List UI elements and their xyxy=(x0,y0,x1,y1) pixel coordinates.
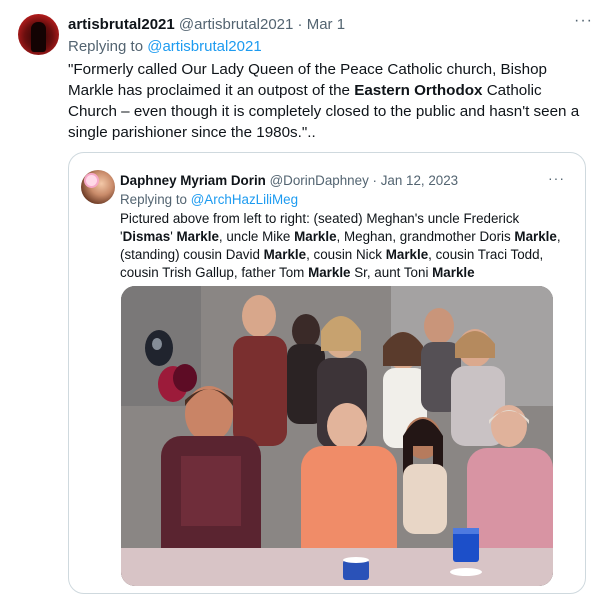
quoted-text-segment: Markle xyxy=(514,229,557,244)
quoted-more-icon[interactable]: ··· xyxy=(548,170,565,186)
quoted-text-segment: Markle xyxy=(176,229,219,244)
author-handle[interactable]: @artisbrutal2021 xyxy=(179,16,293,33)
quoted-separator: · xyxy=(368,173,381,188)
group-photo-illustration xyxy=(121,286,553,586)
tweet-date[interactable]: Mar 1 xyxy=(307,16,345,33)
tweet-text: "Formerly called Our Lady Queen of the P… xyxy=(68,59,588,143)
quoted-author-avatar xyxy=(81,170,115,204)
quoted-text-segment: , uncle Mike xyxy=(218,229,295,244)
author-avatar[interactable] xyxy=(18,14,59,55)
author-display-name[interactable]: artisbrutal2021 xyxy=(68,16,175,33)
quoted-replying-to: Replying to @ArchHazLiliMeg xyxy=(120,191,298,208)
quoted-text: Pictured above from left to right: (seat… xyxy=(120,210,570,282)
quoted-text-segment: , Meghan, grandmother Doris xyxy=(336,229,515,244)
quoted-text-segment: Markle xyxy=(294,229,337,244)
quoted-text-segment: Markle xyxy=(385,247,429,262)
quoted-text-segment: Sr, aunt Toni xyxy=(350,265,433,280)
group-photo[interactable] xyxy=(121,286,553,586)
header-separator: · xyxy=(293,16,307,33)
quoted-display-name: Daphney Myriam Dorin xyxy=(120,173,266,188)
replying-to: Replying to @artisbrutal2021 xyxy=(68,37,262,57)
quoted-header: Daphney Myriam Dorin @DorinDaphney · Jan… xyxy=(120,172,458,189)
tweet-text-bold: Eastern Orthodox xyxy=(354,82,483,99)
tweet: artisbrutal2021 @artisbrutal2021 · Mar 1… xyxy=(0,0,615,594)
quoted-text-segment: Markle xyxy=(263,247,307,262)
quoted-text-segment: Dismas xyxy=(122,229,171,244)
quoted-text-segment: Markle xyxy=(432,265,475,280)
quoted-text-segment: , cousin Nick xyxy=(306,247,386,262)
quoted-replying-mention-link[interactable]: @ArchHazLiliMeg xyxy=(191,192,298,207)
replying-prefix: Replying to xyxy=(68,38,148,55)
quoted-tweet[interactable]: Daphney Myriam Dorin @DorinDaphney · Jan… xyxy=(68,152,586,594)
quoted-handle: @DorinDaphney xyxy=(269,173,369,188)
tweet-header: artisbrutal2021 @artisbrutal2021 · Mar 1 xyxy=(68,15,595,35)
replying-mention-link[interactable]: @artisbrutal2021 xyxy=(147,38,261,55)
quoted-replying-prefix: Replying to xyxy=(120,192,191,207)
more-options-icon[interactable]: ··· xyxy=(574,12,593,30)
quoted-text-segment: Markle xyxy=(308,265,351,280)
quoted-date: Jan 12, 2023 xyxy=(380,173,459,188)
